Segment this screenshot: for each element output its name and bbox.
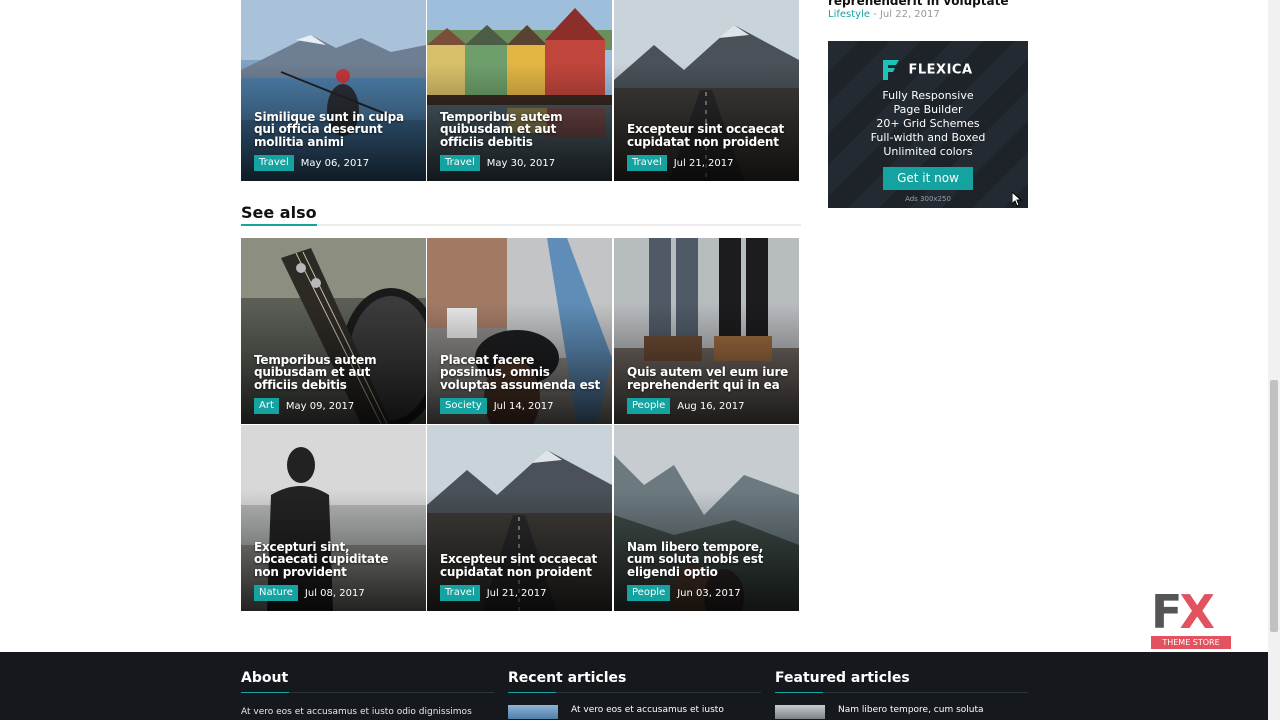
tile-caption: Nam libero tempore, cum soluta nobis est…	[627, 540, 789, 601]
tile-title[interactable]: Temporibus autem quibusdam et aut offici…	[254, 353, 416, 392]
tile-caption: Excepteur sint occaecat cupidatat non pr…	[627, 123, 789, 171]
article-thumbnail[interactable]	[508, 705, 558, 719]
tile-title[interactable]: Excepteur sint occaecat cupidatat non pr…	[627, 123, 789, 148]
tile-date: Jul 14, 2017	[493, 400, 554, 412]
footer-heading: Recent articles	[508, 670, 761, 693]
fx-caption: THEME STORE	[1151, 636, 1231, 649]
article-tile-umbrella[interactable]: Placeat facere possimus, omnis voluptas …	[427, 238, 612, 424]
tile-date: May 09, 2017	[285, 400, 355, 412]
tile-caption: Excepturi sint, obcaecati cupiditate non…	[254, 540, 416, 601]
ad-feature: Full-width and Boxed	[870, 131, 986, 144]
article-tile-valley[interactable]: Nam libero tempore, cum soluta nobis est…	[614, 425, 799, 611]
article-tile-silhouette[interactable]: Excepturi sint, obcaecati cupiditate non…	[241, 425, 426, 611]
ad-size-note: Ads 300x250	[905, 195, 951, 203]
tile-date: Jul 21, 2017	[486, 587, 547, 599]
meta-separator: -	[870, 9, 880, 20]
footer-heading: About	[241, 670, 494, 693]
get-it-now-button[interactable]: Get it now	[883, 167, 973, 190]
list-item[interactable]: Nam libero tempore, cum soluta	[775, 705, 1028, 719]
tile-meta: Travel May 06, 2017	[254, 155, 416, 171]
footer: About At vero eos et accusamus et iusto …	[0, 652, 1268, 720]
tile-meta: People Jun 03, 2017	[627, 585, 789, 601]
footer-article-link[interactable]: At vero eos et accusamus et iusto	[571, 705, 724, 715]
see-also-title: See also	[241, 203, 317, 226]
scrollbar-thumb[interactable]	[1270, 380, 1278, 632]
sidebar-article-meta: Lifestyle - Jul 22, 2017	[828, 9, 940, 20]
ad-feature: Fully Responsive	[882, 89, 974, 102]
tile-title[interactable]: Placeat facere possimus, omnis voluptas …	[440, 353, 602, 392]
tile-caption: Excepteur sint occaecat cupidatat non pr…	[440, 553, 602, 601]
footer-heading: Featured articles	[775, 670, 1028, 693]
tile-date: Jul 08, 2017	[304, 587, 365, 599]
category-tag[interactable]: Nature	[254, 585, 298, 601]
footer-article-link[interactable]: Nam libero tempore, cum soluta	[838, 705, 984, 715]
tile-title[interactable]: Excepteur sint occaecat cupidatat non pr…	[440, 553, 602, 578]
tile-caption: Placeat facere possimus, omnis voluptas …	[440, 353, 602, 414]
tile-date: Jun 03, 2017	[677, 587, 741, 599]
tile-title[interactable]: Nam libero tempore, cum soluta nobis est…	[627, 540, 789, 579]
ad-brand: FLEXICA	[908, 62, 973, 78]
ad-feature: 20+ Grid Schemes	[876, 117, 980, 130]
article-thumbnail[interactable]	[775, 705, 825, 719]
tile-meta: Travel Jul 21, 2017	[440, 585, 602, 601]
footer-recent-articles: Recent articles At vero eos et accusamus…	[508, 670, 761, 719]
article-tile-houses[interactable]: Temporibus autem quibusdam et aut offici…	[427, 0, 612, 181]
footer-featured-articles: Featured articles Nam libero tempore, cu…	[775, 670, 1028, 719]
tile-caption: Temporibus autem quibusdam et aut offici…	[254, 353, 416, 414]
tile-meta: Nature Jul 08, 2017	[254, 585, 416, 601]
tile-meta: People Aug 16, 2017	[627, 398, 789, 414]
tile-meta: Society Jul 14, 2017	[440, 398, 602, 414]
tile-title[interactable]: Temporibus autem quibusdam et aut offici…	[440, 110, 602, 149]
tile-meta: Travel May 30, 2017	[440, 155, 602, 171]
tile-title[interactable]: Excepturi sint, obcaecati cupiditate non…	[254, 540, 416, 579]
category-tag[interactable]: People	[627, 398, 671, 414]
category-tag[interactable]: Travel	[440, 155, 480, 171]
tile-caption: Temporibus autem quibusdam et aut offici…	[440, 110, 602, 171]
footer-about: About At vero eos et accusamus et iusto …	[241, 670, 494, 717]
mouse-cursor-icon	[1012, 192, 1022, 207]
tile-meta: Art May 09, 2017	[254, 398, 416, 414]
tile-title[interactable]: Similique sunt in culpa qui officia dese…	[254, 110, 416, 149]
tile-date: Aug 16, 2017	[677, 400, 745, 412]
category-tag[interactable]: Society	[440, 398, 487, 414]
flexica-ad-banner[interactable]: FLEXICA Fully Responsive Page Builder 20…	[828, 41, 1028, 208]
tile-title[interactable]: Quis autem vel eum iure reprehenderit qu…	[627, 366, 789, 391]
fx-letter-x: X	[1179, 585, 1215, 639]
ad-logo: FLEXICA	[828, 60, 1028, 80]
article-tile-guitar[interactable]: Temporibus autem quibusdam et aut offici…	[241, 238, 426, 424]
article-tile-road-2[interactable]: Excepteur sint occaecat cupidatat non pr…	[427, 425, 612, 611]
tile-date: May 30, 2017	[486, 157, 556, 169]
ad-feature-list: Fully Responsive Page Builder 20+ Grid S…	[828, 89, 1028, 159]
article-tile-road[interactable]: Excepteur sint occaecat cupidatat non pr…	[614, 0, 799, 181]
article-tile-kayak[interactable]: Similique sunt in culpa qui officia dese…	[241, 0, 426, 181]
fx-logo: FX	[1151, 589, 1231, 635]
tile-meta: Travel Jul 21, 2017	[627, 155, 789, 171]
sidebar-article-category[interactable]: Lifestyle	[828, 9, 870, 20]
list-item[interactable]: At vero eos et accusamus et iusto	[508, 705, 761, 719]
ad-feature: Page Builder	[893, 103, 963, 116]
category-tag[interactable]: Travel	[627, 155, 667, 171]
fx-letter-f: F	[1151, 585, 1182, 639]
ad-feature: Unlimited colors	[883, 145, 973, 158]
category-tag[interactable]: People	[627, 585, 671, 601]
flexica-logo-icon	[883, 60, 900, 80]
footer-about-text: At vero eos et accusamus et iusto odio d…	[241, 707, 472, 717]
tile-caption: Quis autem vel eum iure reprehenderit qu…	[627, 366, 789, 414]
tile-date: Jul 21, 2017	[673, 157, 734, 169]
tile-date: May 06, 2017	[300, 157, 370, 169]
fx-theme-store-badge[interactable]: FX THEME STORE	[1151, 589, 1231, 651]
sidebar-article-title[interactable]: reprehenderit in voluptate	[828, 0, 1008, 8]
tile-caption: Similique sunt in culpa qui officia dese…	[254, 110, 416, 171]
see-also-heading: See also	[241, 200, 801, 226]
article-tile-boots[interactable]: Quis autem vel eum iure reprehenderit qu…	[614, 238, 799, 424]
category-tag[interactable]: Art	[254, 398, 279, 414]
category-tag[interactable]: Travel	[254, 155, 294, 171]
category-tag[interactable]: Travel	[440, 585, 480, 601]
sidebar-article-date: Jul 22, 2017	[879, 9, 940, 20]
